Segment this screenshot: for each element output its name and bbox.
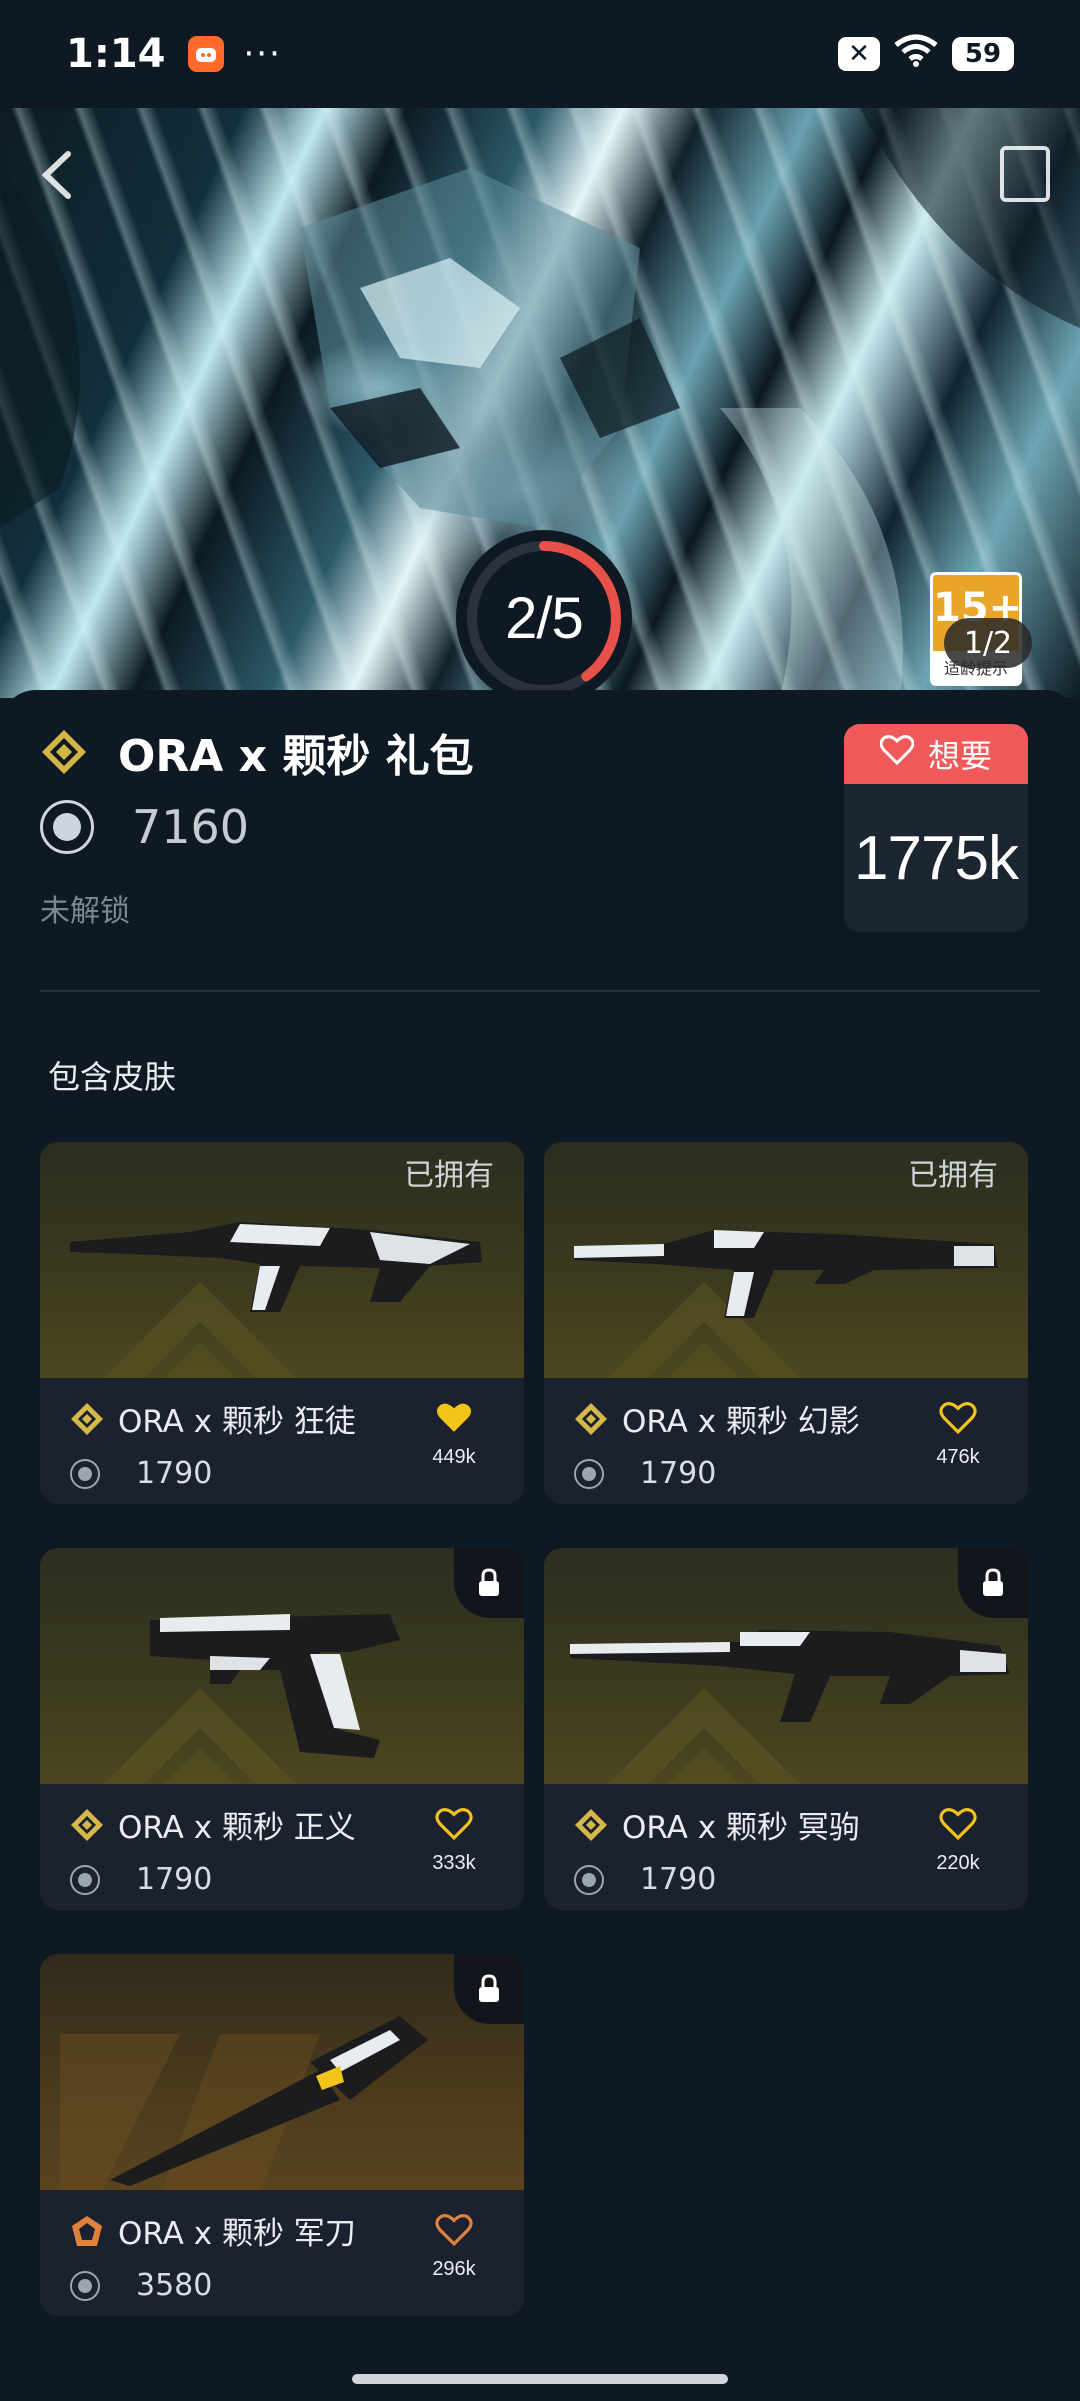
progress-text: 2/5 [505,585,584,651]
status-icons: ✕ 59 [838,32,1014,76]
skin-info: ORA x 颗秒 狂徒 1790 449k [40,1378,524,1504]
like-button[interactable]: 220k [928,1808,988,1875]
want-label: 想要 [927,737,992,775]
want-count: 1775k [854,823,1019,893]
bundle-price: 7160 [132,800,250,854]
like-button[interactable]: 296k [424,2214,484,2281]
like-count: 296k [432,2258,476,2280]
skin-info: ORA x 颗秒 冥驹 1790 220k [544,1784,1028,1910]
like-button[interactable]: 476k [928,1402,988,1469]
valorant-points-icon [574,1864,604,1895]
bundle-header: ORA x 颗秒 礼包 [40,720,474,784]
skin-image [40,1954,524,2190]
valorant-points-icon [70,2270,100,2301]
like-count: 476k [936,1446,980,1468]
image-page-indicator: 1/2 [944,618,1032,668]
unlock-status: 未解锁 [40,894,130,929]
skin-name: ORA x 颗秒 狂徒 [118,1404,356,1440]
home-indicator[interactable] [352,2374,728,2384]
rifle-image [574,1230,998,1318]
skin-card[interactable]: ORA x 颗秒 正义 1790 333k [40,1548,524,1910]
tier-diamond-icon [40,728,88,776]
tier-diamond-icon [71,1402,103,1435]
battery-icon: 59 [952,37,1014,71]
sniper-image [570,1630,1010,1722]
valorant-points-icon [574,1458,604,1489]
lock-icon [454,1954,524,2024]
skin-name: ORA x 颗秒 军刀 [118,2216,356,2252]
tier-diamond-icon [575,1808,607,1841]
lock-icon [454,1548,524,1618]
skin-image: 已拥有 [40,1142,524,1378]
owned-tag: 已拥有 [908,1158,998,1193]
progress-ring: 2/5 [456,530,632,706]
skin-price: 1790 [136,1456,213,1491]
heart-outline-icon [879,735,915,773]
like-button[interactable]: 449k [424,1402,484,1469]
skin-price: 1790 [640,1456,717,1491]
skin-info: ORA x 颗秒 正义 1790 333k [40,1784,524,1910]
rifle-image [70,1222,482,1312]
want-button[interactable]: 想要 [844,724,1028,784]
heart-outline-icon [939,1402,977,1435]
skin-info: ORA x 颗秒 军刀 3580 296k [40,2190,524,2316]
heart-outline-icon [939,1808,977,1841]
skin-price: 3580 [136,2268,213,2303]
bundle-price-row: 7160 [40,800,249,854]
like-count: 333k [432,1852,476,1874]
status-time: 1:14 [66,31,166,77]
skin-card[interactable]: ORA x 颗秒 军刀 3580 296k [40,1954,524,2316]
heart-outline-icon [435,1808,473,1841]
valorant-points-icon [40,800,94,854]
share-button[interactable] [1000,146,1050,202]
section-title: 包含皮肤 [48,1058,177,1096]
skin-card[interactable]: 已拥有 ORA x 颗秒 幻影 1790 476k [544,1142,1028,1504]
tier-pentagon-icon [72,2215,102,2246]
skin-name: ORA x 颗秒 正义 [118,1810,356,1846]
lock-icon [958,1548,1028,1618]
pistol-image [150,1614,400,1758]
skin-price: 1790 [640,1862,717,1897]
like-count: 449k [432,1446,476,1468]
skin-card[interactable]: 已拥有 ORA x 颗秒 狂徒 1790 449k [40,1142,524,1504]
tier-diamond-icon [575,1402,607,1435]
skin-info: ORA x 颗秒 幻影 1790 476k [544,1378,1028,1504]
no-sim-icon: ✕ [838,37,880,71]
skin-card[interactable]: ORA x 颗秒 冥驹 1790 220k [544,1548,1028,1910]
skin-name: ORA x 颗秒 幻影 [622,1404,860,1440]
status-bar: 1:14 ··· ✕ 59 [0,0,1080,108]
want-card: 想要 1775k [844,724,1028,932]
heart-filled-icon [436,1403,472,1432]
valorant-points-icon [70,1458,100,1489]
like-count: 220k [936,1852,980,1874]
divider [40,990,1040,992]
skin-image: 已拥有 [544,1142,1028,1378]
valorant-points-icon [70,1864,100,1895]
owned-tag: 已拥有 [404,1158,494,1193]
skin-name: ORA x 颗秒 冥驹 [622,1810,860,1846]
like-button[interactable]: 333k [424,1808,484,1875]
skin-image [544,1548,1028,1784]
back-button[interactable] [36,148,96,208]
skin-image [40,1548,524,1784]
tier-diamond-icon [71,1808,103,1841]
knife-image [110,2016,428,2186]
more-notifications-icon: ··· [243,34,282,74]
wifi-icon [894,32,938,76]
heart-outline-icon [435,2214,473,2247]
app-notification-icon [187,36,224,72]
skin-price: 1790 [136,1862,213,1897]
bundle-panel: ORA x 颗秒 礼包 7160 未解锁 想要 1775k 包含皮肤 已拥有 O… [0,690,1080,2401]
bundle-title: ORA x 颗秒 礼包 [118,731,474,782]
